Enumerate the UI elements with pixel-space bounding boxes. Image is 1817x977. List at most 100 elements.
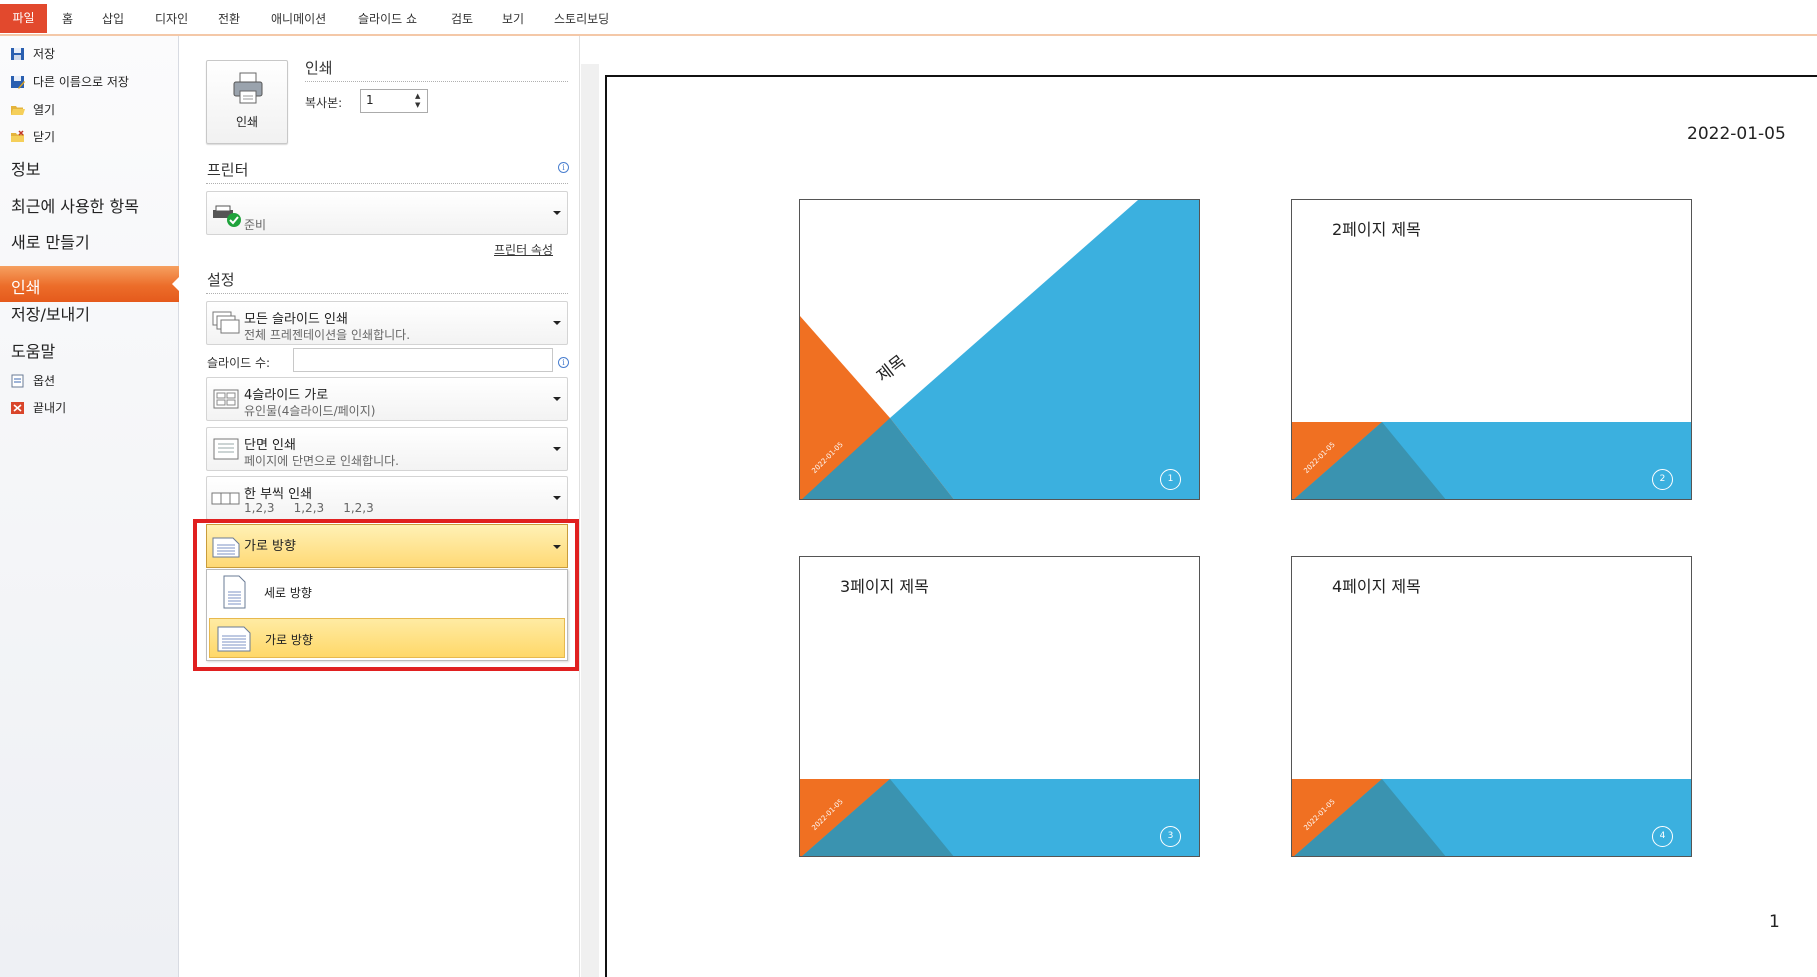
nav-info[interactable]: 정보 (11, 156, 40, 180)
copies-stepper[interactable]: 1 ▲ ▼ (360, 89, 428, 113)
slide-2-background (1292, 422, 1691, 499)
collate-icon (211, 492, 240, 505)
slide-1-background (800, 200, 1199, 499)
one-sided-icon (213, 438, 239, 460)
nav-open-label: 열기 (33, 103, 56, 117)
nav-exit-label: 끝내기 (33, 401, 67, 415)
sides-subtitle: 페이지에 단면으로 인쇄합니다. (244, 454, 399, 468)
save-icon (11, 47, 24, 60)
slide-4-background (1292, 779, 1691, 856)
copies-label: 복사본: (305, 96, 343, 110)
open-folder-icon (11, 105, 25, 115)
tab-design[interactable]: 디자인 (155, 10, 188, 27)
handout-layout-icon (213, 389, 239, 409)
nav-save-as-label: 다른 이름으로 저장 (33, 75, 129, 89)
slide-3-background (800, 779, 1199, 856)
tab-home[interactable]: 홈 (62, 10, 73, 27)
nav-close[interactable]: 닫기 (10, 128, 55, 145)
sides-title: 단면 인쇄 (244, 438, 296, 453)
nav-new[interactable]: 새로 만들기 (11, 229, 90, 253)
slide-number: 2 (1652, 469, 1673, 490)
chevron-down-icon (553, 397, 561, 401)
slides-label: 슬라이드 수: (207, 356, 271, 370)
printer-section-divider (206, 183, 568, 184)
printer-ready-icon (213, 205, 241, 227)
stepper-up-icon[interactable]: ▲ (415, 92, 425, 100)
nav-save-label: 저장 (33, 47, 56, 61)
printer-icon (233, 72, 263, 104)
print-button[interactable]: 인쇄 (206, 60, 288, 144)
collate-dropdown[interactable]: 한 부씩 인쇄 1,2,3 1,2,3 1,2,3 (206, 476, 568, 520)
tab-storyboarding[interactable]: 스토리보딩 (554, 10, 609, 27)
slide-title: 4페이지 제목 (1332, 577, 1421, 596)
close-folder-icon (11, 129, 24, 142)
collate-subtitle: 1,2,3 1,2,3 1,2,3 (244, 501, 374, 515)
nav-options-label: 옵션 (33, 374, 56, 388)
nav-save-as[interactable]: 다른 이름으로 저장 (10, 73, 129, 90)
chevron-down-icon (553, 211, 561, 215)
ribbon-tab-bar: 파일 홈 삽입 디자인 전환 애니메이션 슬라이드 쇼 검토 보기 스토리보딩 (0, 0, 1817, 36)
print-range-subtitle: 전체 프레젠테이션을 인쇄합니다. (244, 328, 411, 342)
page-header-date: 2022-01-05 (1687, 124, 1786, 144)
exit-icon (11, 401, 24, 414)
nav-options[interactable]: 옵션 (10, 372, 55, 389)
tab-review[interactable]: 검토 (451, 10, 473, 27)
chevron-down-icon (553, 496, 561, 500)
print-button-label: 인쇄 (235, 115, 259, 129)
chevron-down-icon (553, 321, 561, 325)
layout-subtitle: 유인물(4슬라이드/페이지) (244, 404, 376, 418)
tab-view[interactable]: 보기 (502, 10, 524, 27)
printer-properties-link[interactable]: 프린터 속성 (494, 241, 553, 258)
nav-open[interactable]: 열기 (10, 101, 55, 118)
collate-title: 한 부씩 인쇄 (244, 487, 313, 502)
tab-transitions[interactable]: 전환 (218, 10, 240, 27)
print-range-title: 모든 슬라이드 인쇄 (244, 312, 348, 327)
slide-thumbnail: 제목 2022-01-05 1 (799, 199, 1200, 500)
nav-recent[interactable]: 최근에 사용한 항목 (11, 193, 139, 217)
nav-save[interactable]: 저장 (10, 45, 55, 62)
slide-thumbnail: 4페이지 제목 2022-01-05 4 (1291, 556, 1692, 857)
settings-section-divider (206, 293, 568, 294)
tab-insert[interactable]: 삽입 (102, 10, 124, 27)
slide-title: 2페이지 제목 (1332, 220, 1421, 239)
tab-animations[interactable]: 애니메이션 (271, 10, 326, 27)
settings-section-title: 설정 (207, 271, 235, 289)
chevron-down-icon (553, 447, 561, 451)
highlight-box (193, 519, 579, 671)
nav-exit[interactable]: 끝내기 (10, 399, 66, 416)
nav-active-pointer (172, 276, 180, 292)
nav-help[interactable]: 도움말 (11, 338, 55, 362)
tab-file[interactable]: 파일 (0, 4, 47, 33)
nav-print[interactable]: 인쇄 (0, 266, 180, 302)
slide-thumbnail: 3페이지 제목 2022-01-05 3 (799, 556, 1200, 857)
layout-title: 4슬라이드 가로 (244, 388, 329, 403)
copies-value: 1 (366, 93, 374, 107)
preview-gutter (581, 64, 599, 977)
slide-number: 1 (1160, 469, 1181, 490)
layout-dropdown[interactable]: 4슬라이드 가로 유인물(4슬라이드/페이지) (206, 377, 568, 421)
stepper-down-icon[interactable]: ▼ (415, 101, 425, 109)
nav-print-label: 인쇄 (11, 278, 41, 297)
printer-section-title: 프린터 (207, 161, 249, 179)
print-range-dropdown[interactable]: 모든 슬라이드 인쇄 전체 프레젠테이션을 인쇄합니다. (206, 301, 568, 345)
print-section-title: 인쇄 (305, 59, 333, 77)
slide-number: 4 (1652, 826, 1673, 847)
tab-slide-show[interactable]: 슬라이드 쇼 (358, 10, 417, 27)
nav-save-send[interactable]: 저장/보내기 (11, 301, 90, 325)
save-as-icon (11, 75, 25, 89)
sides-dropdown[interactable]: 단면 인쇄 페이지에 단면으로 인쇄합니다. (206, 427, 568, 471)
backstage-print-view: 파일 홈 삽입 디자인 전환 애니메이션 슬라이드 쇼 검토 보기 스토리보딩 … (0, 0, 1817, 977)
printer-dropdown[interactable]: 준비 (206, 191, 568, 235)
options-icon (11, 374, 24, 387)
printer-status: 준비 (244, 218, 267, 232)
slide-title: 3페이지 제목 (840, 577, 929, 596)
nav-close-label: 닫기 (33, 130, 56, 144)
printer-info-icon[interactable]: i (558, 162, 569, 173)
slides-input[interactable] (293, 348, 553, 372)
slide-thumbnail: 2페이지 제목 2022-01-05 2 (1291, 199, 1692, 500)
slide-number: 3 (1160, 826, 1181, 847)
print-section-divider (305, 81, 568, 82)
page-number: 1 (1769, 912, 1780, 932)
all-slides-icon (212, 311, 240, 334)
slides-info-icon[interactable]: i (558, 357, 569, 368)
